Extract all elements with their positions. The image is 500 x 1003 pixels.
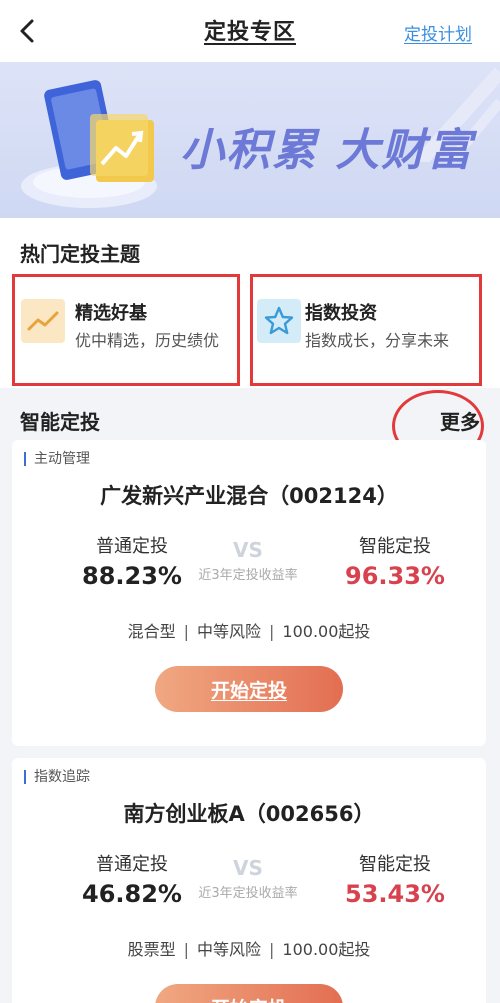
promo-banner[interactable]: 小积累 大财富 [0, 62, 500, 218]
theme-desc: 指数成长，分享未来 [305, 331, 450, 350]
fund-tag: 主动管理 [24, 452, 90, 466]
fund-type: 股票型 [127, 940, 176, 959]
trend-line-icon [21, 299, 65, 343]
fund-min-invest: 100.00起投 [282, 940, 371, 959]
start-investing-button[interactable]: 开始定投 [155, 984, 343, 1003]
theme-name: 精选好基 [75, 303, 147, 324]
normal-label: 普通定投 [96, 854, 168, 875]
smart-label: 智能定投 [359, 536, 431, 557]
fund-meta: 混合型 | 中等风险 | 100.00起投 [12, 618, 486, 642]
fund-meta: 股票型 | 中等风险 | 100.00起投 [12, 936, 486, 960]
fund-card[interactable]: 指数追踪 南方创业板A（002656） 普通定投 46.82% VS 近3年定投… [12, 758, 486, 1003]
theme-name: 指数投资 [305, 303, 377, 324]
fund-name: 南方创业板A（002656） [123, 802, 375, 826]
phone-chart-illustration [21, 80, 157, 208]
start-investing-button[interactable]: 开始定投 [155, 666, 343, 712]
smart-label: 智能定投 [359, 854, 431, 875]
normal-label: 普通定投 [96, 536, 168, 557]
divider: | [269, 940, 275, 959]
star-icon [257, 299, 301, 343]
normal-return-value: 46.82% [82, 880, 182, 908]
fund-name: 广发新兴产业混合（002124） [100, 484, 398, 508]
return-caption: 近3年定投收益率 [198, 886, 298, 901]
vs-label: VS [233, 538, 263, 562]
smart-return-value: 96.33% [345, 562, 445, 590]
fund-risk: 中等风险 [197, 940, 262, 959]
fund-tag: 指数追踪 [24, 770, 90, 784]
theme-desc: 优中精选，历史绩优 [75, 331, 220, 350]
banner-slogan: 小积累 大财富 [180, 125, 474, 176]
top-nav-bar: 定投专区 定投计划 [0, 0, 500, 62]
fund-type: 混合型 [127, 622, 176, 641]
section-title-hot: 热门定投主题 [20, 242, 140, 266]
fund-risk: 中等风险 [197, 622, 262, 641]
section-title-smart: 智能定投 [20, 410, 100, 434]
divider: | [183, 622, 189, 641]
return-caption: 近3年定投收益率 [198, 568, 298, 583]
hot-themes-section: 热门定投主题 精选好基 优中精选，历史绩优 指数投资 指数成长，分享未来 [0, 218, 500, 388]
theme-card-index-investing[interactable]: 指数投资 指数成长，分享未来 [250, 274, 482, 386]
investment-plan-link[interactable]: 定投计划 [404, 20, 472, 45]
fund-card[interactable]: 主动管理 广发新兴产业混合（002124） 普通定投 88.23% VS 近3年… [12, 440, 486, 746]
fund-min-invest: 100.00起投 [282, 622, 371, 641]
theme-card-selected-funds[interactable]: 精选好基 优中精选，历史绩优 [12, 274, 240, 386]
vs-label: VS [233, 856, 263, 880]
divider: | [269, 622, 275, 641]
normal-return-value: 88.23% [82, 562, 182, 590]
smart-return-value: 53.43% [345, 880, 445, 908]
divider: | [183, 940, 189, 959]
